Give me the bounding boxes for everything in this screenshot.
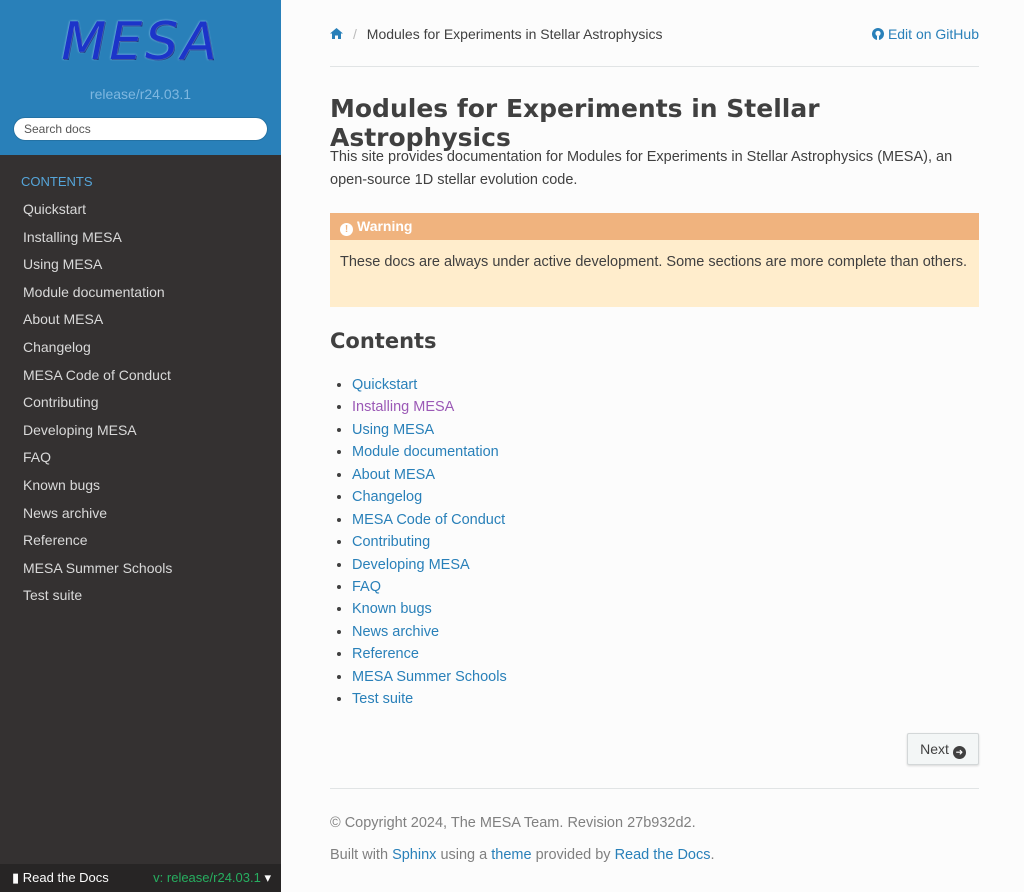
- sidebar-header: MESA release/r24.03.1: [0, 0, 281, 155]
- using-a-text: using a: [440, 847, 488, 863]
- sidebar-item-known-bugs[interactable]: Known bugs: [0, 472, 281, 500]
- rtd-version-selector[interactable]: ▮ Read the Docs v: release/r24.03.1 ▾: [0, 864, 281, 892]
- list-item: MESA Summer Schools: [352, 666, 507, 688]
- warning-admonition: ! Warning These docs are always under act…: [330, 213, 979, 307]
- intro-paragraph: This site provides documentation for Mod…: [330, 149, 953, 188]
- rtd-label: Read the Docs: [22, 870, 109, 885]
- toc-link-reference[interactable]: Reference: [352, 646, 419, 662]
- sidebar-item-module-documentation[interactable]: Module documentation: [0, 279, 281, 307]
- edit-on-github-label: Edit on GitHub: [887, 26, 979, 42]
- toc-link-code-of-conduct[interactable]: MESA Code of Conduct: [352, 512, 505, 528]
- sidebar-item-installing-mesa[interactable]: Installing MESA: [0, 224, 281, 252]
- sidebar-item-summer-schools[interactable]: MESA Summer Schools: [0, 555, 281, 583]
- toc-link-test-suite[interactable]: Test suite: [352, 691, 413, 707]
- list-item: Using MESA: [352, 419, 507, 441]
- next-button[interactable]: Next ➜: [907, 733, 979, 765]
- breadcrumb-current: Modules for Experiments in Stellar Astro…: [366, 26, 663, 42]
- list-item: Module documentation: [352, 441, 507, 463]
- toc-link-faq[interactable]: FAQ: [352, 579, 381, 595]
- sidebar-item-changelog[interactable]: Changelog: [0, 334, 281, 362]
- toc-list: Quickstart Installing MESA Using MESA Mo…: [330, 374, 507, 711]
- sphinx-link[interactable]: Sphinx: [392, 847, 436, 863]
- theme-link[interactable]: theme: [491, 847, 531, 863]
- sidebar-item-contributing[interactable]: Contributing: [0, 389, 281, 417]
- built-with: Built with Sphinx using a theme provided…: [330, 847, 715, 863]
- home-icon[interactable]: [330, 26, 343, 42]
- toc-link-installing-mesa[interactable]: Installing MESA: [352, 399, 454, 415]
- list-item: MESA Code of Conduct: [352, 509, 507, 531]
- sidebar-item-reference[interactable]: Reference: [0, 527, 281, 555]
- toc-link-changelog[interactable]: Changelog: [352, 489, 422, 505]
- list-item: Developing MESA: [352, 554, 507, 576]
- divider: [330, 66, 979, 67]
- toc-link-known-bugs[interactable]: Known bugs: [352, 601, 432, 617]
- mesa-logo[interactable]: MESA: [0, 12, 281, 72]
- toc-link-quickstart[interactable]: Quickstart: [352, 377, 417, 393]
- sidebar-item-quickstart[interactable]: Quickstart: [0, 196, 281, 224]
- footer-period: .: [710, 847, 715, 863]
- sidebar-item-code-of-conduct[interactable]: MESA Code of Conduct: [0, 362, 281, 390]
- list-item: Changelog: [352, 486, 507, 508]
- toc-link-developing-mesa[interactable]: Developing MESA: [352, 557, 470, 573]
- rtd-badge: ▮ Read the Docs: [12, 864, 109, 892]
- sidebar-item-using-mesa[interactable]: Using MESA: [0, 251, 281, 279]
- toc-link-contributing[interactable]: Contributing: [352, 534, 430, 550]
- warning-body: These docs are always under active devel…: [340, 254, 968, 270]
- list-item: FAQ: [352, 576, 507, 598]
- breadcrumb: / Modules for Experiments in Stellar Ast…: [330, 26, 979, 42]
- list-item: Quickstart: [352, 374, 507, 396]
- toc-link-news-archive[interactable]: News archive: [352, 624, 439, 640]
- nav-caption: Contents: [21, 174, 93, 189]
- read-the-docs-link[interactable]: Read the Docs: [615, 847, 711, 863]
- arrow-circle-right-icon: ➜: [952, 746, 966, 759]
- list-item: News archive: [352, 621, 507, 643]
- breadcrumb-separator: /: [353, 26, 357, 42]
- footer-divider: [330, 788, 979, 789]
- list-item: Reference: [352, 643, 507, 665]
- list-item: About MESA: [352, 464, 507, 486]
- caret-down-icon: ▾: [264, 870, 271, 885]
- github-icon: [872, 26, 888, 42]
- sidebar-item-developing-mesa[interactable]: Developing MESA: [0, 417, 281, 445]
- provided-by-text: provided by: [535, 847, 611, 863]
- contents-heading: Contents: [330, 329, 437, 353]
- copyright: © Copyright 2024, The MESA Team. Revisio…: [330, 815, 696, 831]
- toc-link-module-documentation[interactable]: Module documentation: [352, 444, 499, 460]
- list-item: Contributing: [352, 531, 507, 553]
- sidebar-nav: Quickstart Installing MESA Using MESA Mo…: [0, 196, 281, 610]
- book-icon: ▮: [12, 870, 20, 885]
- sidebar-item-test-suite[interactable]: Test suite: [0, 582, 281, 610]
- toc-link-using-mesa[interactable]: Using MESA: [352, 422, 434, 438]
- rtd-version-label: v: release/r24.03.1: [153, 870, 261, 885]
- toc-link-about-mesa[interactable]: About MESA: [352, 467, 435, 483]
- list-item: Test suite: [352, 688, 507, 710]
- toc-link-summer-schools[interactable]: MESA Summer Schools: [352, 669, 507, 685]
- built-with-prefix: Built with: [330, 847, 389, 863]
- version-label: release/r24.03.1: [89, 86, 192, 102]
- sidebar-item-faq[interactable]: FAQ: [0, 444, 281, 472]
- sidebar-item-news-archive[interactable]: News archive: [0, 500, 281, 528]
- rtd-version[interactable]: v: release/r24.03.1 ▾: [153, 864, 271, 892]
- search-input[interactable]: [13, 117, 268, 141]
- list-item: Known bugs: [352, 598, 507, 620]
- edit-on-github-link[interactable]: Edit on GitHub: [872, 26, 979, 42]
- warning-title-label: Warning: [357, 218, 413, 234]
- next-label: Next: [920, 741, 949, 757]
- warning-title: ! Warning: [330, 213, 979, 240]
- page-title: Modules for Experiments in Stellar Astro…: [330, 94, 820, 152]
- sidebar-item-about-mesa[interactable]: About MESA: [0, 306, 281, 334]
- sidebar: MESA release/r24.03.1 Contents Quickstar…: [0, 0, 281, 892]
- exclamation-circle-icon: !: [340, 223, 353, 236]
- list-item: Installing MESA: [352, 396, 507, 418]
